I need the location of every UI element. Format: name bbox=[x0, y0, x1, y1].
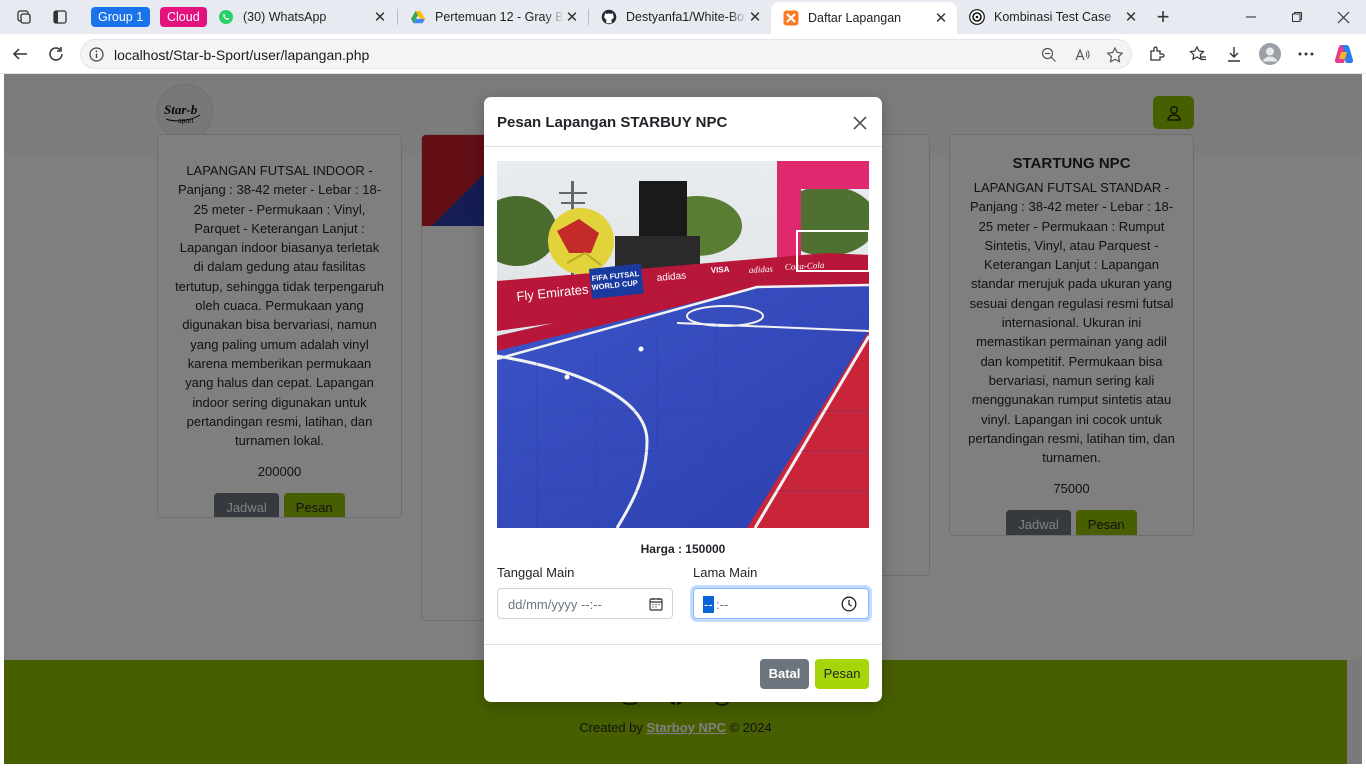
close-window-button[interactable] bbox=[1329, 3, 1357, 31]
modal-footer-divider bbox=[484, 644, 882, 645]
field-photo: Fly Emirates FIFA FUTSAL WORLD CUP adida… bbox=[497, 161, 869, 528]
new-tab-button[interactable]: + bbox=[1149, 3, 1177, 31]
chatgpt-icon bbox=[969, 8, 985, 25]
banner-visa: VISA bbox=[711, 265, 730, 275]
tab-title: Destyanfa1/White-Box- bbox=[626, 9, 747, 24]
modal-price: Harga : 150000 bbox=[640, 542, 726, 556]
address-bar[interactable]: localhost/Star-b-Sport/user/lapangan.php bbox=[80, 39, 1132, 69]
back-button[interactable] bbox=[6, 40, 34, 68]
hours-segment-selected[interactable]: -- bbox=[703, 596, 714, 613]
close-modal-button[interactable] bbox=[850, 113, 870, 133]
favorite-star-icon[interactable] bbox=[1106, 46, 1124, 64]
tanggal-main-label: Tanggal Main bbox=[497, 565, 575, 580]
read-aloud-icon[interactable] bbox=[1074, 47, 1090, 63]
tab-daftar-lapangan[interactable]: Daftar Lapangan ✕ bbox=[771, 2, 957, 34]
tab-group-1[interactable]: Group 1 bbox=[91, 7, 151, 27]
modal-header: Pesan Lapangan STARBUY NPC bbox=[484, 97, 882, 147]
booking-modal: Pesan Lapangan STARBUY NPC Fly Emirates … bbox=[484, 97, 882, 702]
zoom-out-icon[interactable] bbox=[1041, 47, 1057, 63]
svg-text:adidas: adidas bbox=[749, 264, 774, 275]
google-drive-icon bbox=[410, 9, 426, 25]
copilot-icon[interactable] bbox=[1330, 40, 1358, 68]
close-tab-icon[interactable]: ✕ bbox=[747, 9, 763, 26]
tab-title: (30) WhatsApp bbox=[243, 9, 327, 24]
browser-tab-strip: Group 1 Cloud (30) WhatsApp ✕ Pertemuan … bbox=[0, 0, 1366, 34]
lama-main-label: Lama Main bbox=[693, 565, 758, 580]
tab-title: Daftar Lapangan bbox=[808, 11, 902, 25]
tab-whatsapp[interactable]: (30) WhatsApp ✕ bbox=[206, 1, 396, 32]
profile-avatar[interactable] bbox=[1256, 40, 1284, 68]
modal-title: Pesan Lapangan STARBUY NPC bbox=[497, 114, 728, 131]
minutes-segment[interactable]: :-- bbox=[716, 597, 728, 612]
close-icon bbox=[853, 116, 867, 130]
tab-group-cloud[interactable]: Cloud bbox=[160, 7, 207, 27]
tanggal-main-input[interactable]: dd/mm/yyyy --:-- bbox=[497, 588, 673, 619]
whatsapp-icon bbox=[218, 9, 234, 25]
url-text: localhost/Star-b-Sport/user/lapangan.php bbox=[114, 47, 370, 63]
downloads-icon[interactable] bbox=[1220, 40, 1248, 68]
extensions-icon[interactable] bbox=[1143, 40, 1171, 68]
close-tab-icon[interactable]: ✕ bbox=[933, 10, 949, 27]
batal-button[interactable]: Batal bbox=[760, 659, 809, 689]
close-tab-icon[interactable]: ✕ bbox=[564, 9, 580, 26]
tab-github[interactable]: Destyanfa1/White-Box- ✕ bbox=[589, 1, 771, 32]
more-menu-icon[interactable] bbox=[1292, 40, 1320, 68]
tab-title: Pertemuan 12 - Gray Bo bbox=[435, 9, 564, 24]
github-icon bbox=[601, 9, 617, 25]
info-icon[interactable] bbox=[89, 47, 104, 62]
tab-title: Kombinasi Test Case bbox=[994, 9, 1112, 24]
restore-button[interactable] bbox=[1283, 3, 1311, 31]
date-placeholder: dd/mm/yyyy --:-- bbox=[508, 597, 602, 612]
lama-main-input[interactable]: -- :-- bbox=[693, 588, 869, 619]
workspaces-icon[interactable] bbox=[10, 3, 38, 31]
browser-toolbar: localhost/Star-b-Sport/user/lapangan.php bbox=[0, 34, 1366, 74]
minimize-button[interactable] bbox=[1237, 3, 1265, 31]
clock-icon[interactable] bbox=[841, 596, 857, 612]
plus-icon: + bbox=[1156, 4, 1170, 29]
calendar-icon[interactable] bbox=[649, 597, 663, 611]
tab-actions-icon[interactable] bbox=[46, 3, 74, 31]
xampp-icon bbox=[783, 10, 799, 26]
close-tab-icon[interactable]: ✕ bbox=[372, 9, 388, 26]
refresh-button[interactable] bbox=[42, 40, 70, 68]
pesan-submit-button[interactable]: Pesan bbox=[815, 659, 869, 689]
tab-pertemuan[interactable]: Pertemuan 12 - Gray Bo ✕ bbox=[398, 1, 588, 32]
scrollbar-track[interactable] bbox=[1347, 660, 1362, 764]
close-tab-icon[interactable]: ✕ bbox=[1123, 9, 1139, 26]
tab-kombinasi[interactable]: Kombinasi Test Case ✕ bbox=[957, 1, 1147, 32]
favorites-icon[interactable] bbox=[1184, 40, 1212, 68]
